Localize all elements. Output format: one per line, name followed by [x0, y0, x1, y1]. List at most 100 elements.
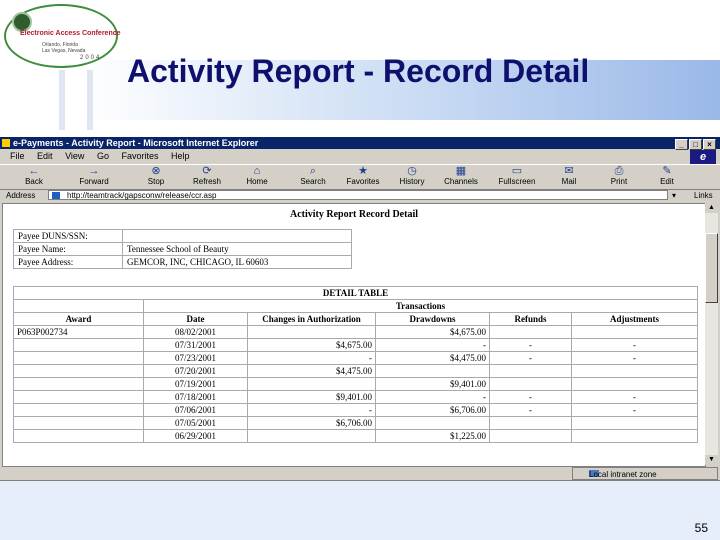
refunds-cell: - [489, 403, 572, 417]
detail-table-body: P063P002734 08/02/2001 $4,675.00 07/31/2001… [13, 325, 698, 443]
print-button[interactable]: ⎙ Print [602, 165, 636, 187]
date-cell: 06/29/2001 [143, 429, 248, 443]
window-title: e-Payments - Activity Report - Microsoft… [13, 138, 259, 148]
slide-footer [0, 481, 720, 540]
authorization-cell [247, 377, 376, 391]
drawdowns-cell [375, 416, 490, 430]
column-header-refunds: Refunds [489, 312, 572, 326]
page-icon [52, 192, 60, 199]
scroll-up-icon[interactable]: ▲ [705, 203, 718, 213]
favorites-button[interactable]: ★ Favorites [340, 165, 386, 187]
drawdowns-cell: - [375, 390, 490, 404]
adjustments-cell: - [571, 351, 698, 365]
refresh-icon: ⟳ [202, 165, 212, 177]
table-header-row: Award Date Changes in Authorization Draw… [13, 312, 698, 326]
security-zone: Local intranet zone [572, 467, 718, 480]
column-header-drawdowns: Drawdowns [375, 312, 490, 326]
refunds-cell: - [489, 338, 572, 352]
stop-button[interactable]: ⊗ Stop [134, 165, 178, 187]
forward-arrow-icon: → [88, 165, 100, 177]
drawdowns-cell: $1,225.00 [375, 429, 490, 443]
award-cell [13, 377, 144, 391]
date-cell: 07/20/2001 [143, 364, 248, 378]
forward-button[interactable]: → Forward [66, 165, 122, 187]
payee-name-value: Tennessee School of Beauty [122, 242, 352, 256]
adjustments-cell [571, 325, 698, 339]
back-button[interactable]: ← Back [8, 165, 60, 187]
browser-window: e-Payments - Activity Report - Microsoft… [0, 137, 720, 481]
award-cell [13, 351, 144, 365]
table-row: 07/31/2001 $4,675.00- - - [13, 338, 698, 352]
links-button[interactable]: Links [694, 189, 713, 202]
authorization-cell: $9,401.00 [247, 390, 376, 404]
back-arrow-icon: ← [28, 165, 40, 177]
table-group-row: Transactions [13, 299, 698, 313]
menu-help[interactable]: Help [171, 149, 190, 163]
authorization-cell: $4,675.00 [247, 338, 376, 352]
award-cell [13, 403, 144, 417]
address-dropdown-icon[interactable]: ▾ [672, 189, 676, 202]
authorization-cell: - [247, 403, 376, 417]
scroll-down-icon[interactable]: ▼ [705, 455, 718, 465]
mail-button[interactable]: ✉ Mail [552, 165, 586, 187]
drawdowns-cell: $9,401.00 [375, 377, 490, 391]
menu-bar: File Edit View Go Favorites Help [0, 149, 720, 163]
table-row: 07/05/2001 $6,706.00 [13, 416, 698, 430]
fullscreen-button[interactable]: ▭ Fullscreen [492, 165, 542, 187]
table-caption-row: DETAIL TABLE [13, 286, 698, 300]
window-titlebar: e-Payments - Activity Report - Microsoft… [0, 137, 720, 150]
award-cell [13, 416, 144, 430]
toolbar: ← Back → Forward ⊗ Stop ⟳ Refresh ⌂ Home ⌕ Sea… [0, 164, 720, 190]
payee-duns-label: Payee DUNS/SSN: [13, 229, 123, 243]
drawdowns-cell: $4,675.00 [375, 325, 490, 339]
date-cell: 07/31/2001 [143, 338, 248, 352]
payee-table: Payee DUNS/SSN: Payee Name: Tennessee Sch… [13, 229, 352, 269]
address-input[interactable]: http://teamtrack/gapsconw/release/ccr.as… [48, 190, 668, 200]
fullscreen-icon: ▭ [511, 165, 523, 177]
search-button[interactable]: ⌕ Search [290, 165, 336, 187]
channels-icon: ▦ [455, 165, 467, 177]
refunds-cell [489, 325, 572, 339]
column-header-adjustments: Adjustments [571, 312, 698, 326]
scroll-thumb[interactable] [705, 233, 718, 303]
award-cell [13, 390, 144, 404]
date-cell: 07/19/2001 [143, 377, 248, 391]
refunds-cell: - [489, 351, 572, 365]
history-button[interactable]: ◷ History [390, 165, 434, 187]
channels-button[interactable]: ▦ Channels [438, 165, 484, 187]
table-row: 07/06/2001- $6,706.00- - [13, 403, 698, 417]
refunds-cell [489, 416, 572, 430]
adjustments-cell: - [571, 390, 698, 404]
logo-year: 2004 [80, 55, 102, 61]
history-icon: ◷ [407, 165, 417, 177]
status-bar: Local intranet zone [0, 466, 720, 480]
menu-view[interactable]: View [65, 149, 84, 163]
edit-button[interactable]: ✎ Edit [652, 165, 682, 187]
table-row: Payee Address: GEMCOR, INC, CHICAGO, IL 6… [13, 255, 352, 269]
stop-icon: ⊗ [151, 165, 161, 177]
menu-file[interactable]: File [10, 149, 25, 163]
authorization-cell: - [247, 351, 376, 365]
authorization-cell [247, 325, 376, 339]
refunds-cell [489, 429, 572, 443]
date-cell: 07/06/2001 [143, 403, 248, 417]
refresh-button[interactable]: ⟳ Refresh [184, 165, 230, 187]
search-icon: ⌕ [309, 165, 317, 177]
vertical-scrollbar[interactable]: ▲ ▼ [705, 203, 718, 465]
date-cell: 07/18/2001 [143, 390, 248, 404]
table-row: Payee Name: Tennessee School of Beauty [13, 242, 352, 256]
table-row: 07/18/2001 $9,401.00- - - [13, 390, 698, 404]
logo-line-1: Electronic Access Conference [20, 30, 121, 37]
home-button[interactable]: ⌂ Home [236, 165, 278, 187]
zone-label: Local intranet zone [589, 470, 657, 479]
transactions-group-header: Transactions [143, 299, 698, 313]
menu-favorites[interactable]: Favorites [121, 149, 158, 163]
print-icon: ⎙ [614, 165, 624, 177]
ie-logo-icon: e [690, 150, 716, 164]
payee-address-value: GEMCOR, INC, CHICAGO, IL 60603 [122, 255, 352, 269]
menu-go[interactable]: Go [97, 149, 109, 163]
adjustments-cell [571, 429, 698, 443]
drawdowns-cell [375, 364, 490, 378]
award-cell [13, 364, 144, 378]
menu-edit[interactable]: Edit [37, 149, 53, 163]
